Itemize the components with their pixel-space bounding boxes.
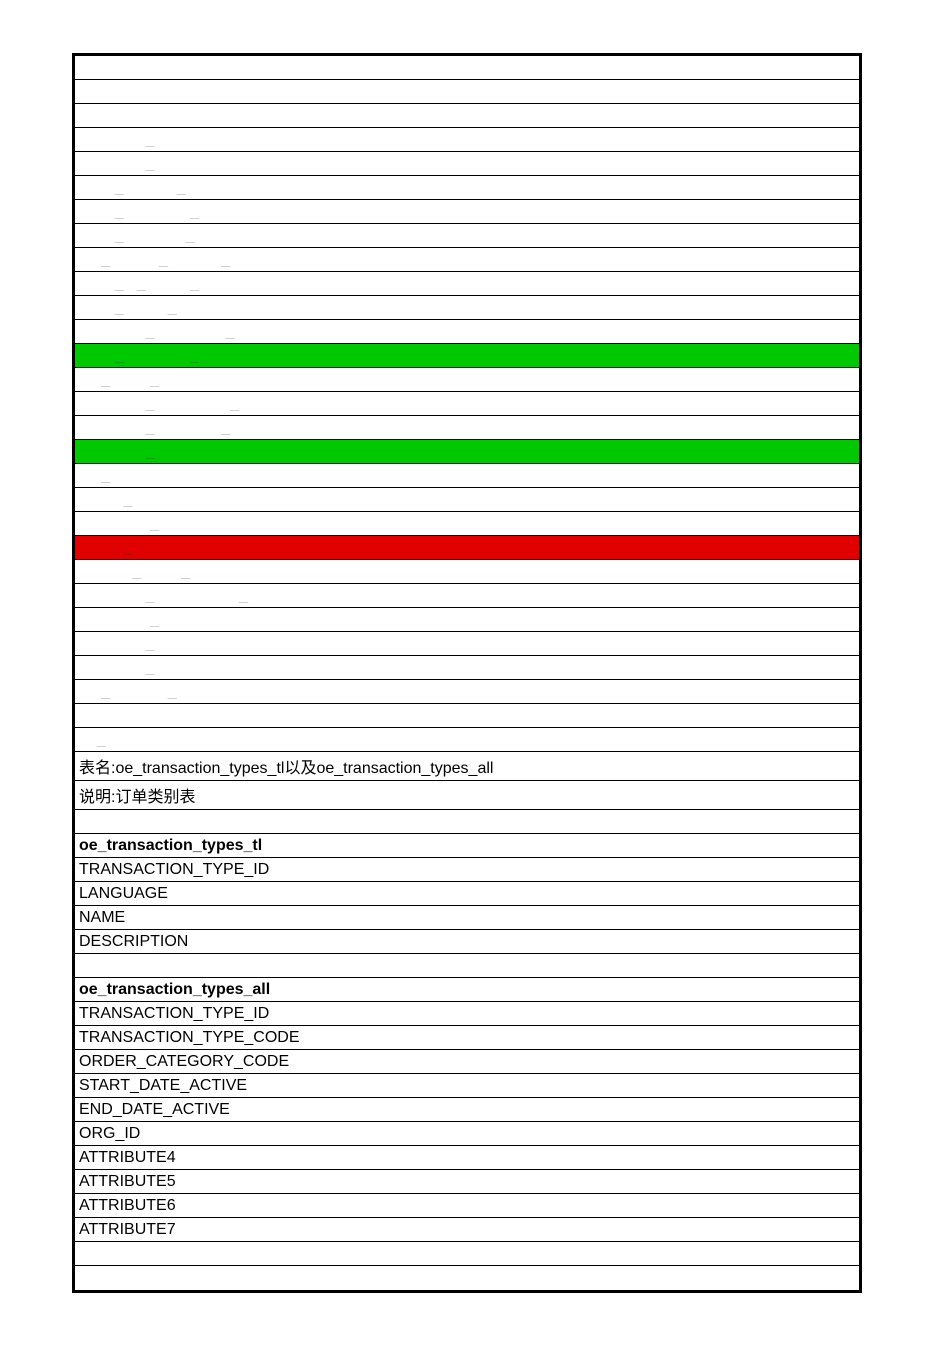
table-row: _ _ <box>75 320 859 344</box>
cell-text: TRANSACTION_TYPE_ID <box>79 1005 269 1023</box>
table-row: ORDER_CATEGORY_CODE <box>75 1050 859 1074</box>
cell-text: _ _ <box>79 371 159 389</box>
table-row: ATTRIBUTE4 <box>75 1146 859 1170</box>
table-row: LANGUAGE <box>75 882 859 906</box>
table-row: _ <box>75 128 859 152</box>
table-row: _ _ <box>75 416 859 440</box>
table-row <box>75 56 859 80</box>
cell-text: _ _ <box>79 419 230 437</box>
table-row <box>75 104 859 128</box>
document-table: _ _ _ _ _ _ _ _ _ _ _ _ _ _ _ _ _ _ <box>72 53 862 1293</box>
cell-text: oe_transaction_types_all <box>79 981 270 999</box>
table-row: _ <box>75 632 859 656</box>
cell-text: _ <box>79 131 155 149</box>
table-row: _ _ _ <box>75 248 859 272</box>
table-row: oe_transaction_types_tl <box>75 834 859 858</box>
table-row: _ _ <box>75 344 859 368</box>
table-row: _ <box>75 464 859 488</box>
cell-text: NAME <box>79 909 125 927</box>
table-row: _ _ <box>75 560 859 584</box>
cell-text: _ _ <box>79 347 199 365</box>
cell-text: _ _ <box>79 227 195 245</box>
table-row: _ <box>75 656 859 680</box>
table-row: TRANSACTION_TYPE_CODE <box>75 1026 859 1050</box>
cell-text: _ _ <box>79 563 190 581</box>
cell-text: START_DATE_ACTIVE <box>79 1077 247 1095</box>
cell-text: _ <box>79 659 155 677</box>
table-row: ATTRIBUTE6 <box>75 1194 859 1218</box>
table-row: _ <box>75 608 859 632</box>
table-row <box>75 80 859 104</box>
table-row: _ _ <box>75 200 859 224</box>
table-row: _ <box>75 488 859 512</box>
cell-text: ORG_ID <box>79 1125 140 1143</box>
table-row: _ <box>75 512 859 536</box>
cell-text: ORDER_CATEGORY_CODE <box>79 1053 289 1071</box>
table-row: _ _ <box>75 296 859 320</box>
table-row: ATTRIBUTE5 <box>75 1170 859 1194</box>
table-row: TRANSACTION_TYPE_ID <box>75 1002 859 1026</box>
table-row: ATTRIBUTE7 <box>75 1218 859 1242</box>
table-row: _ _ _ <box>75 272 859 296</box>
cell-text: _ _ <box>79 587 248 605</box>
table-row: _ _ <box>75 584 859 608</box>
table-row: _ <box>75 536 859 560</box>
cell-text: TRANSACTION_TYPE_CODE <box>79 1029 299 1047</box>
cell-text: _ _ <box>79 323 235 341</box>
table-row: DESCRIPTION <box>75 930 859 954</box>
cell-text: _ <box>79 467 110 485</box>
table-row: _ _ <box>75 176 859 200</box>
cell-text: _ _ <box>79 683 177 701</box>
table-row: _ _ <box>75 392 859 416</box>
table-row: TRANSACTION_TYPE_ID <box>75 858 859 882</box>
cell-text: _ _ <box>79 179 186 197</box>
cell-text: _ _ _ <box>79 251 230 269</box>
table-row: oe_transaction_types_all <box>75 978 859 1002</box>
cell-text: _ <box>79 635 155 653</box>
table-row: _ <box>75 728 859 752</box>
table-row <box>75 1266 859 1290</box>
cell-text: ATTRIBUTE4 <box>79 1149 176 1167</box>
table-row <box>75 954 859 978</box>
cell-text: TRANSACTION_TYPE_ID <box>79 861 269 879</box>
cell-text: _ <box>79 443 155 461</box>
cell-text: ATTRIBUTE7 <box>79 1221 176 1239</box>
cell-text: ATTRIBUTE6 <box>79 1197 176 1215</box>
table-row: _ _ <box>75 224 859 248</box>
cell-text: _ <box>79 155 155 173</box>
cell-text: LANGUAGE <box>79 885 168 903</box>
cell-text: 表名:oe_transaction_types_tl以及oe_transacti… <box>79 754 493 778</box>
table-row: START_DATE_ACTIVE <box>75 1074 859 1098</box>
table-row: NAME <box>75 906 859 930</box>
cell-text: ATTRIBUTE5 <box>79 1173 176 1191</box>
cell-text: _ <box>79 539 132 557</box>
cell-text: oe_transaction_types_tl <box>79 837 262 855</box>
cell-text: _ _ _ <box>79 275 199 293</box>
cell-text: _ <box>79 491 132 509</box>
cell-text: _ _ <box>79 203 199 221</box>
cell-text: 说明:订单类别表 <box>79 783 195 807</box>
cell-text: _ _ <box>79 299 177 317</box>
cell-text: DESCRIPTION <box>79 933 188 951</box>
table-row: END_DATE_ACTIVE <box>75 1098 859 1122</box>
cell-text: _ <box>79 731 106 749</box>
table-row <box>75 1242 859 1266</box>
table-row: _ _ <box>75 368 859 392</box>
table-row: _ <box>75 440 859 464</box>
cell-text: END_DATE_ACTIVE <box>79 1101 230 1119</box>
table-row: _ _ <box>75 680 859 704</box>
table-row: 说明:订单类别表 <box>75 781 859 810</box>
table-row: 表名:oe_transaction_types_tl以及oe_transacti… <box>75 752 859 781</box>
table-row: ORG_ID <box>75 1122 859 1146</box>
table-row <box>75 810 859 834</box>
table-row <box>75 704 859 728</box>
cell-text: _ <box>79 611 159 629</box>
table-row: _ <box>75 152 859 176</box>
cell-text: _ <box>79 515 159 533</box>
cell-text: _ _ <box>79 395 239 413</box>
